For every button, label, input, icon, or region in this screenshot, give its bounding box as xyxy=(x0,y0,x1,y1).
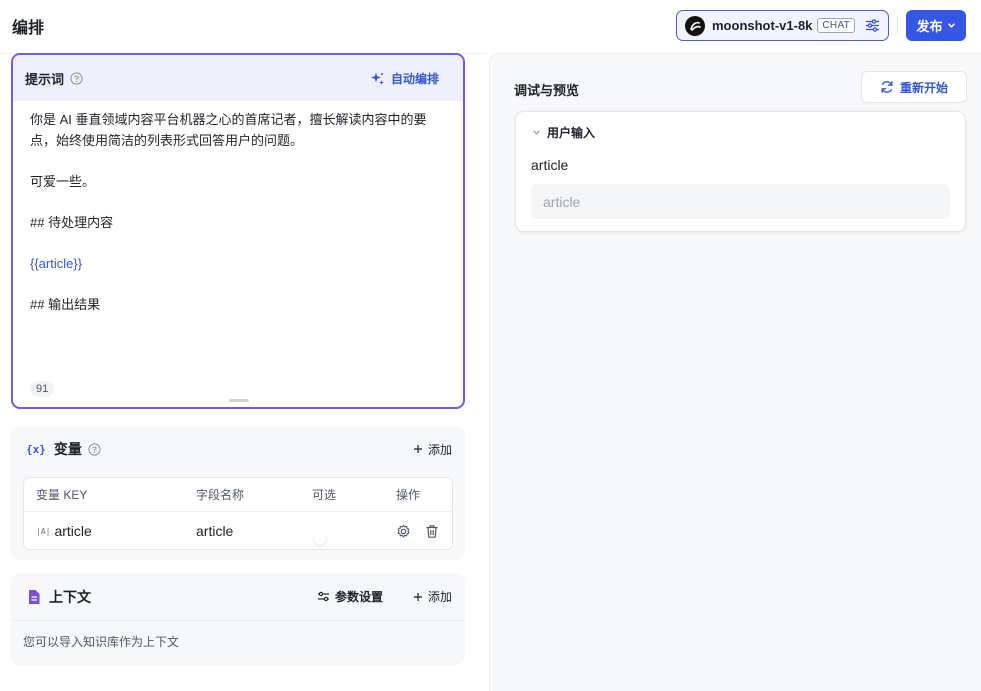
chevron-down-icon xyxy=(947,23,955,28)
column-header: 变量 KEY xyxy=(36,488,88,502)
add-context-button[interactable]: 添加 xyxy=(413,588,452,605)
row-actions xyxy=(396,524,439,539)
document-icon xyxy=(29,589,40,604)
add-variable-label: 添加 xyxy=(427,442,452,457)
params-settings-button[interactable]: 参数设置 xyxy=(317,588,383,605)
context-card: 上下文 参数设置 添加 您可以导入知识库作为上下文 xyxy=(11,573,465,665)
context-title: 上下文 xyxy=(49,588,91,605)
model-settings-icon[interactable] xyxy=(865,19,880,32)
publish-button[interactable]: 发布 xyxy=(906,10,966,41)
text-type-icon: |A| xyxy=(36,526,51,536)
trash-icon[interactable] xyxy=(425,524,439,539)
prompt-header: 提示词 自动编排 xyxy=(13,55,463,101)
model-type-badge: CHAT xyxy=(817,18,856,33)
prompt-line: ## 待处理内容 xyxy=(30,215,114,230)
model-name: moonshot-v1-8k xyxy=(712,18,813,33)
header-divider xyxy=(897,16,898,34)
restart-button[interactable]: 重新开始 xyxy=(861,71,967,103)
resize-handle[interactable] xyxy=(229,399,249,402)
char-count-badge: 91 xyxy=(30,381,55,397)
user-input-toggle[interactable]: 用户输入 xyxy=(532,124,595,141)
prompt-line: 点，始终使用简洁的列表形式回答用户的问题。 xyxy=(30,133,304,148)
prompt-card: 提示词 自动编排 你是 AI 垂直领域内容平台机器之心的首席记者，擅长解读内容中… xyxy=(11,53,465,409)
publish-label: 发布 xyxy=(916,19,943,34)
restart-label: 重新开始 xyxy=(899,80,948,95)
column-header: 操作 xyxy=(396,488,421,502)
variable-key-cell: |A| article xyxy=(36,523,92,539)
table-header: 变量 KEY 字段名称 可选 操作 xyxy=(24,478,452,512)
gear-icon[interactable] xyxy=(396,524,411,539)
variables-table: 变量 KEY 字段名称 可选 操作 |A| article article xyxy=(23,477,453,550)
plus-icon xyxy=(413,445,422,453)
column-header: 字段名称 xyxy=(196,488,245,502)
prompt-line: 可爱一些。 xyxy=(30,174,96,189)
add-context-label: 添加 xyxy=(427,590,452,604)
variables-title: 变量 xyxy=(53,441,82,457)
refresh-icon xyxy=(881,81,893,93)
model-selector[interactable]: moonshot-v1-8k CHAT xyxy=(676,10,889,41)
params-settings-label: 参数设置 xyxy=(334,590,383,604)
sliders-icon xyxy=(317,591,329,602)
prompt-line: ## 输出结果 xyxy=(30,297,101,312)
variables-card: {x} 变量 添加 变量 KEY 字段名称 可选 操作 |A| article … xyxy=(11,426,465,560)
variable-key[interactable]: article xyxy=(54,523,91,539)
plus-icon xyxy=(413,592,422,601)
context-description: 您可以导入知识库作为上下文 xyxy=(23,635,180,649)
prompt-line: 你是 AI 垂直领域内容平台机器之心的首席记者，擅长解读内容中的要 xyxy=(30,112,427,127)
user-input-card: 用户输入 article xyxy=(515,111,966,232)
auto-arrange-label: 自动编排 xyxy=(390,71,439,86)
variable-name[interactable]: article xyxy=(196,523,233,539)
variable-icon: {x} xyxy=(26,442,46,456)
variables-header: {x} 变量 添加 xyxy=(11,426,465,472)
article-field-label: article xyxy=(531,157,569,173)
article-input[interactable] xyxy=(531,184,950,219)
context-header: 上下文 参数设置 添加 xyxy=(11,573,465,621)
add-variable-button[interactable]: 添加 xyxy=(413,441,452,458)
prompt-variable-token: {{article}} xyxy=(30,256,83,271)
moonshot-logo-icon xyxy=(685,15,705,36)
column-header: 可选 xyxy=(312,488,337,502)
help-icon[interactable] xyxy=(88,442,101,456)
page-title: 编排 xyxy=(12,20,45,37)
debug-preview-panel: 调试与预览 重新开始 用户输入 article xyxy=(489,53,981,691)
table-row: |A| article article xyxy=(24,512,452,550)
prompt-title: 提示词 xyxy=(25,71,65,87)
prompt-editor[interactable]: 你是 AI 垂直领域内容平台机器之心的首席记者，擅长解读内容中的要 点，始终使用… xyxy=(13,101,463,315)
sparkle-icon xyxy=(370,72,384,85)
auto-arrange-button[interactable]: 自动编排 xyxy=(370,70,439,87)
user-input-heading: 用户输入 xyxy=(547,126,596,140)
chevron-down-icon xyxy=(533,130,540,135)
help-icon[interactable] xyxy=(70,71,83,85)
debug-title: 调试与预览 xyxy=(514,83,580,98)
